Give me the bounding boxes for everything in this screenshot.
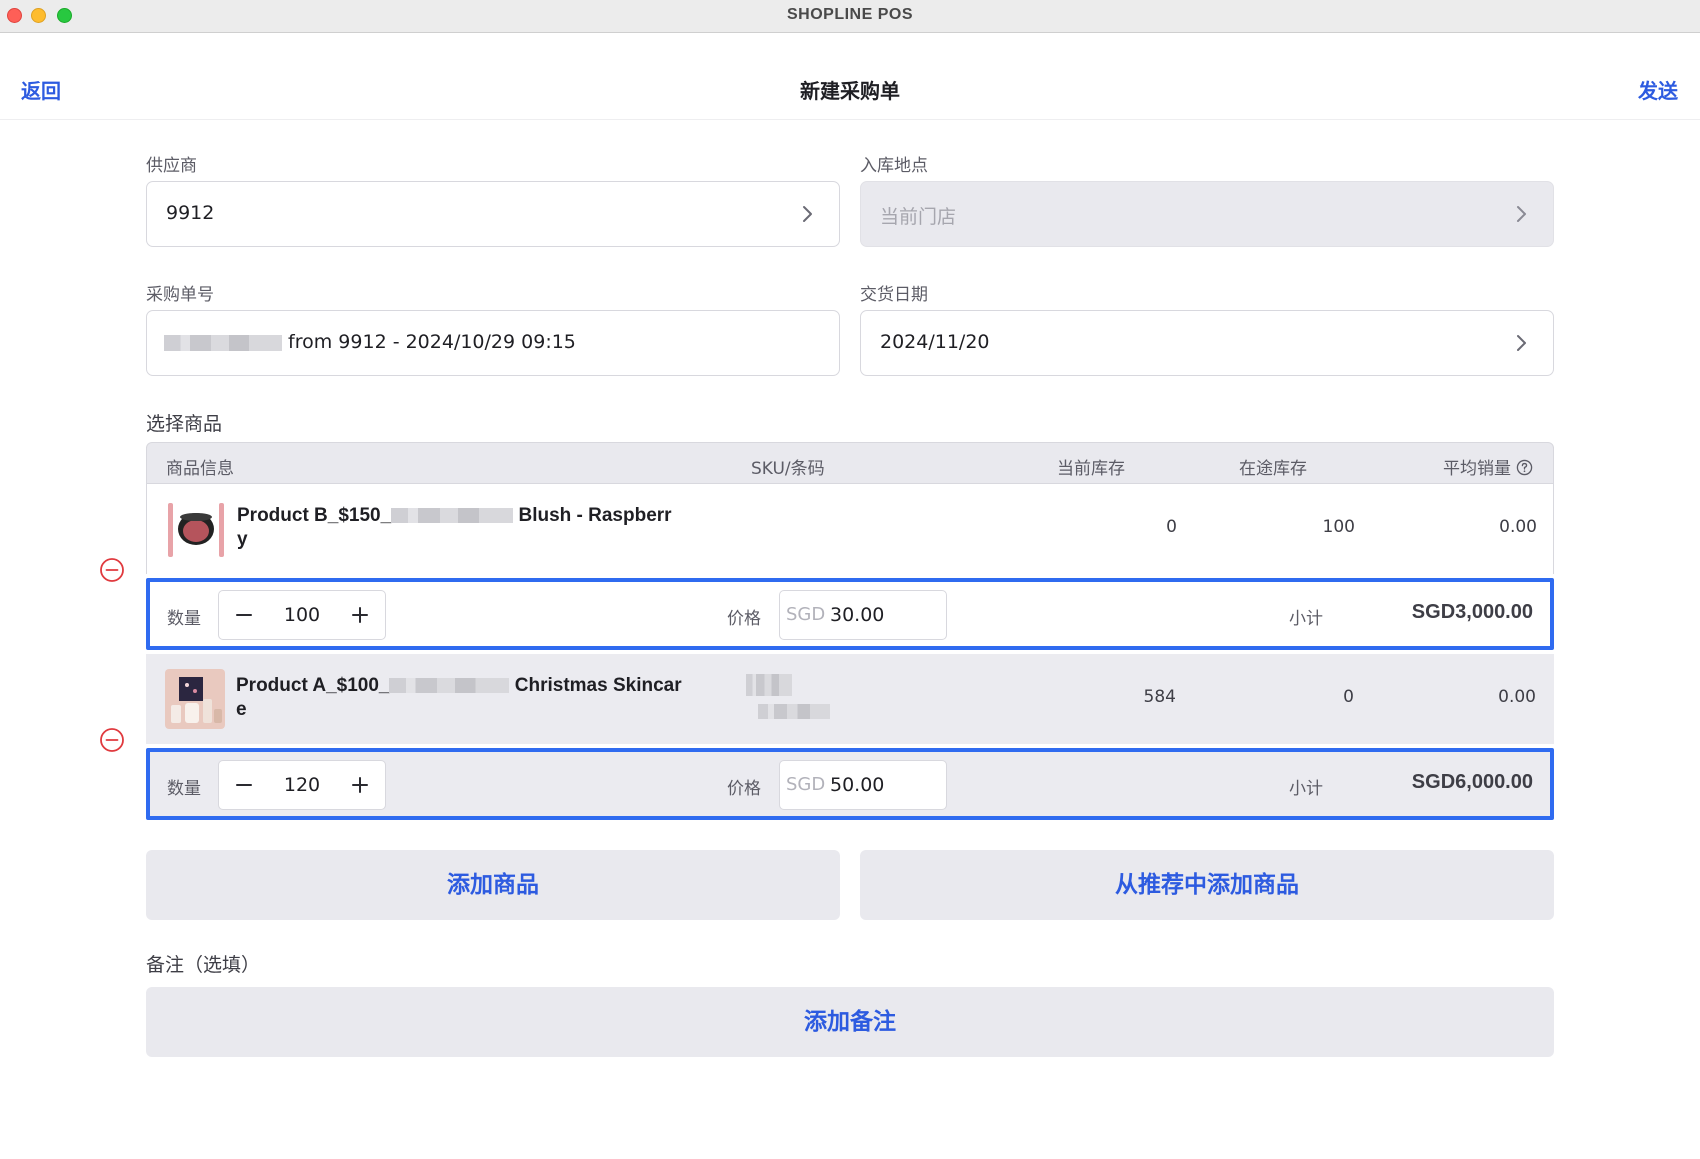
column-header-current-stock: 当前库存 [1057,459,1125,479]
product-name: Product B_$150_ Blush - Raspberr y [237,504,737,552]
product-name-suffix: Christmas Skincar [514,675,682,696]
window-titlebar: SHOPLINE POS [0,0,1700,33]
po-number-field[interactable]: from 9912 - 2024/10/29 09:15 [146,310,840,376]
product-name-prefix: Product B_$150_ [237,505,392,526]
plus-icon[interactable] [345,600,375,630]
page-title: 新建采购单 [800,79,900,103]
quantity-label: 数量 [167,609,201,629]
product-thumbnail-blush [166,499,226,559]
add-note-button[interactable]: 添加备注 [146,987,1554,1057]
nav-bar: 返回 新建采购单 发送 [0,33,1700,120]
column-header-in-transit: 在途库存 [1239,459,1307,479]
quantity-stepper[interactable]: 120 [218,760,386,810]
currency-prefix: SGD [786,604,826,625]
subtotal-label: 小计 [1289,779,1323,799]
supplier-field[interactable]: 9912 [146,181,840,247]
quantity-stepper[interactable]: 100 [218,590,386,640]
po-number-label: 采购单号 [146,285,214,305]
in-transit-value: 100 [1322,517,1355,537]
add-product-button[interactable]: 添加商品 [146,850,840,920]
location-value: 当前门店 [880,206,957,228]
table-header: 商品信息 SKU/条码 当前库存 在途库存 平均销量 [146,442,1554,484]
price-label: 价格 [727,779,761,799]
column-header-product-info: 商品信息 [166,459,234,479]
supplier-value: 9912 [166,202,215,224]
help-icon[interactable] [1516,459,1533,476]
table-row[interactable]: Product B_$150_ Blush - Raspberr y 0 100… [146,484,1554,574]
currency-prefix: SGD [786,774,826,795]
location-field: 当前门店 [860,181,1554,247]
subtotal-label: 小计 [1289,609,1323,629]
quantity-row: 数量 100 价格 SGD 30.00 小计 SGD3,000.00 [146,578,1554,650]
avg-sales-label: 平均销量 [1443,459,1511,479]
quantity-value[interactable]: 100 [259,604,345,626]
plus-icon[interactable] [345,770,375,800]
price-label: 价格 [727,609,761,629]
location-label: 入库地点 [860,156,928,176]
in-transit-value: 0 [1343,687,1354,707]
product-name-wrap: y [237,529,248,550]
delivery-date-field[interactable]: 2024/11/20 [860,310,1554,376]
avg-sales-value: 0.00 [1499,517,1537,537]
product-name-prefix: Product A_$100_ [236,675,390,696]
product-name-suffix: Blush - Raspberr [518,505,672,526]
po-number-value: from 9912 - 2024/10/29 09:15 [288,331,576,353]
subtotal-value: SGD6,000.00 [1411,771,1533,793]
delivery-date-value: 2024/11/20 [880,331,990,353]
price-input[interactable]: SGD 30.00 [779,590,947,640]
minus-icon[interactable] [229,770,259,800]
redacted-block [746,674,792,696]
current-stock-value: 584 [1143,687,1176,707]
current-stock-value: 0 [1166,517,1177,537]
column-header-sku: SKU/条码 [751,459,825,479]
quantity-row: 数量 120 价格 SGD 50.00 小计 SGD6,000.00 [146,748,1554,820]
minus-icon[interactable] [229,600,259,630]
avg-sales-value: 0.00 [1498,687,1536,707]
notes-label: 备注（选填） [146,954,261,976]
delivery-date-label: 交货日期 [860,285,928,305]
price-value[interactable]: 50.00 [830,774,884,796]
redacted-block [389,678,510,694]
sku-redacted [746,674,836,722]
window-title: SHOPLINE POS [786,6,914,23]
chevron-right-icon [1517,206,1526,222]
add-recommended-button[interactable]: 从推荐中添加商品 [860,850,1554,920]
products-section-label: 选择商品 [146,413,223,435]
products-table: 商品信息 SKU/条码 当前库存 在途库存 平均销量 [146,442,1554,484]
chevron-right-icon [803,206,812,222]
supplier-label: 供应商 [146,156,197,176]
product-name: Product A_$100_ Christmas Skincar e [236,674,736,722]
price-value[interactable]: 30.00 [830,604,884,626]
product-thumbnail-skincare [165,669,225,729]
redacted-block [758,704,830,719]
remove-item-icon[interactable] [99,557,125,583]
po-number-value-wrap: from 9912 - 2024/10/29 09:15 [164,331,576,353]
column-header-avg-sales: 平均销量 [1443,454,1533,479]
product-name-wrap: e [236,699,247,720]
subtotal-value: SGD3,000.00 [1411,601,1533,623]
chevron-right-icon [1517,335,1526,351]
send-button[interactable]: 发送 [1638,75,1678,104]
remove-item-icon[interactable] [99,727,125,753]
redacted-block [391,508,514,524]
quantity-value[interactable]: 120 [259,774,345,796]
redacted-block [164,334,282,351]
price-input[interactable]: SGD 50.00 [779,760,947,810]
table-row[interactable]: Product A_$100_ Christmas Skincar e 584 … [146,654,1554,744]
quantity-label: 数量 [167,779,201,799]
